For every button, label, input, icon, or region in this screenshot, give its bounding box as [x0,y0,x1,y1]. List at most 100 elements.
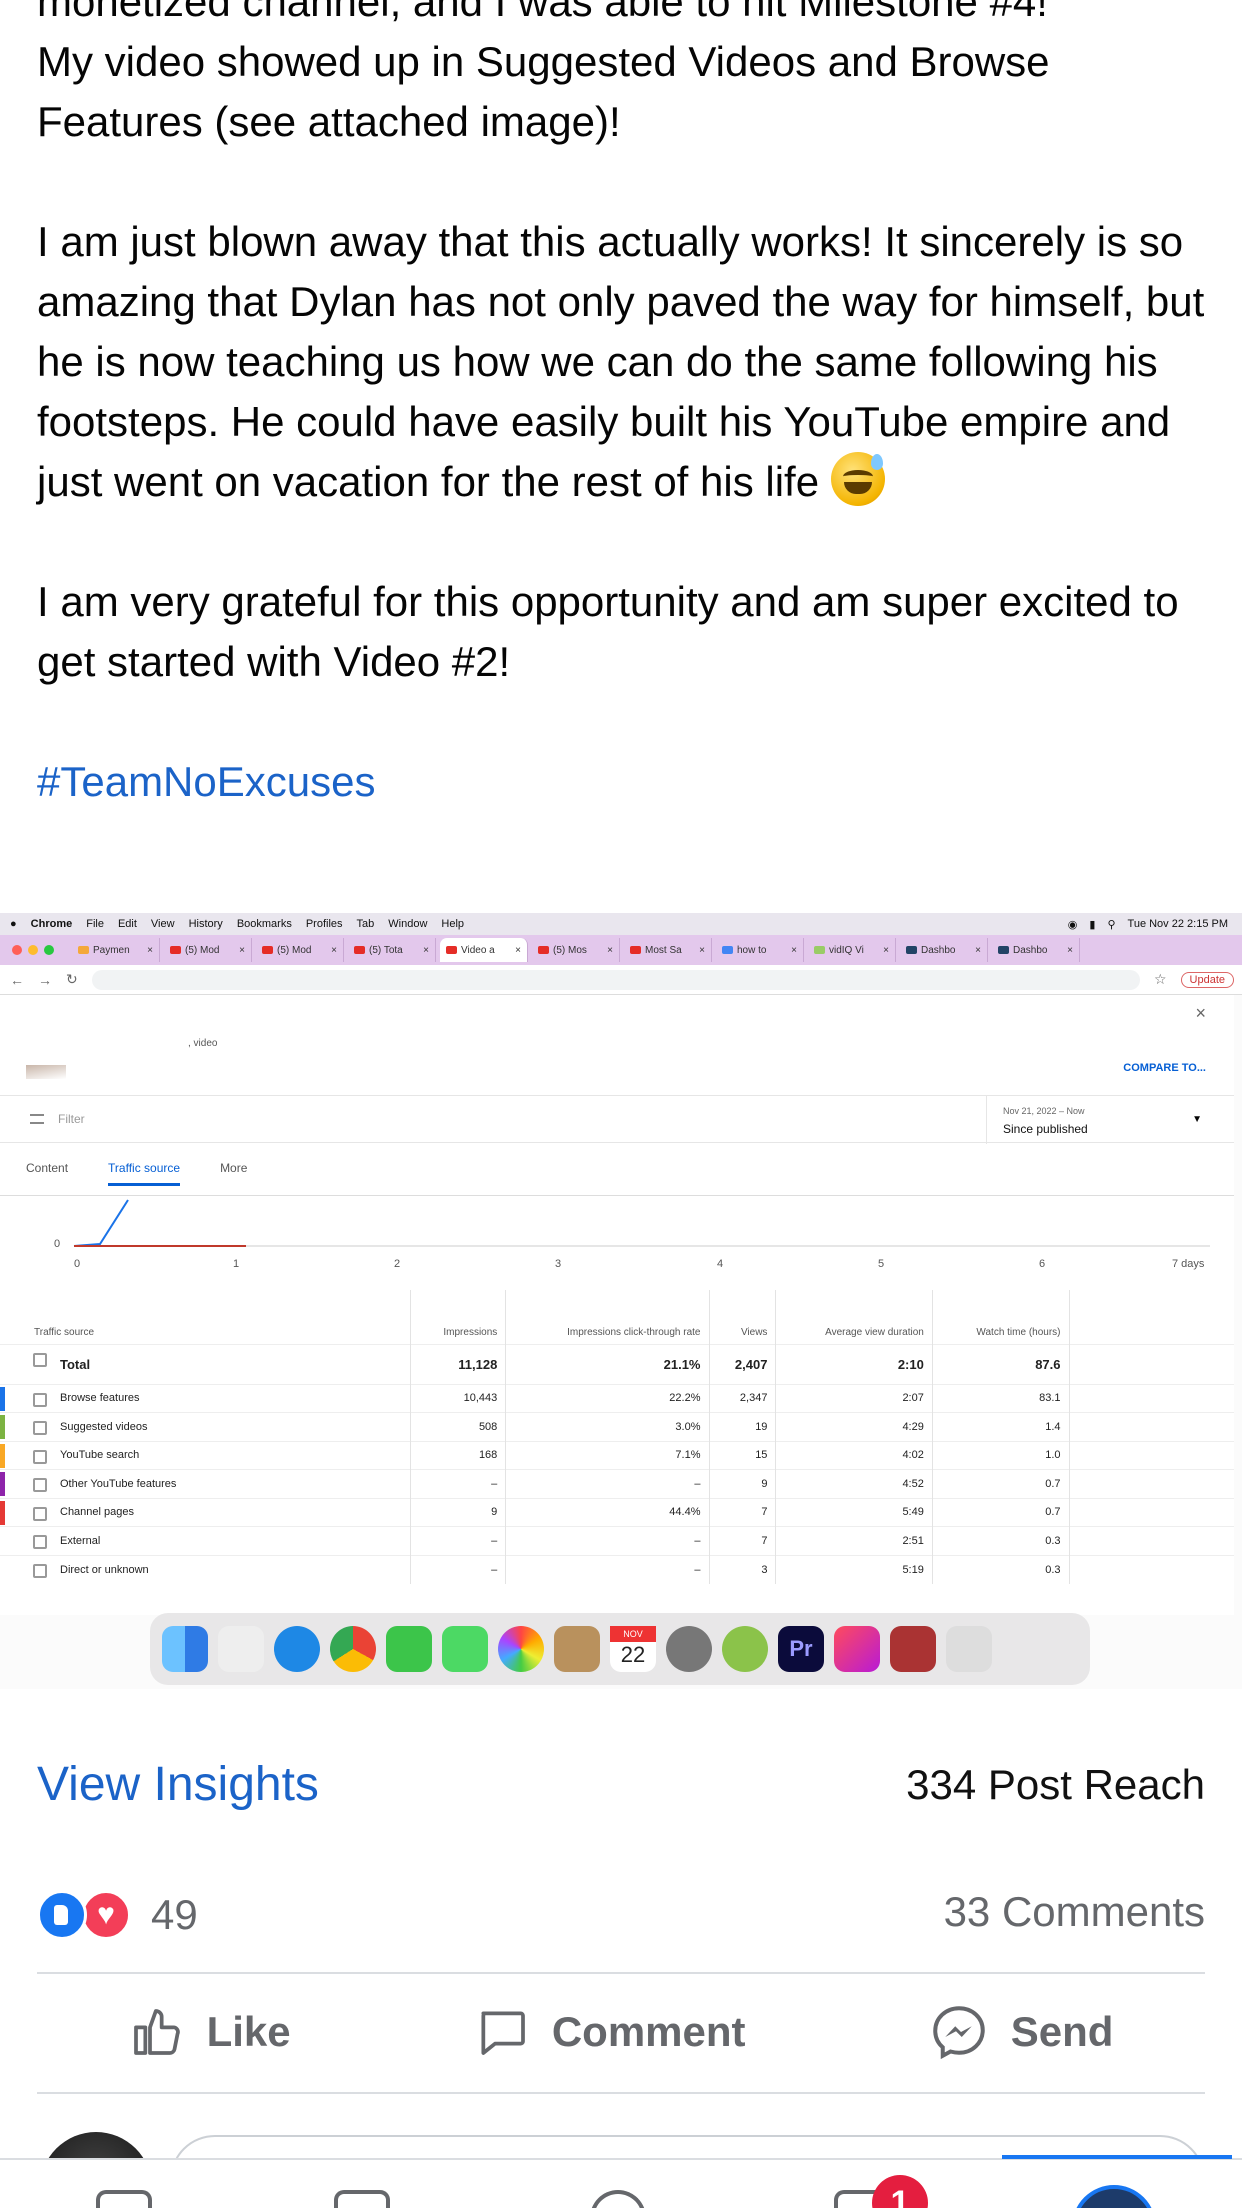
tab: Dashbo × [900,938,988,962]
send-button[interactable]: Send [929,2002,1114,2062]
avd-cell: 4:29 [775,1412,933,1441]
attached-image[interactable]: ● Chrome File Edit View History Bookmark… [0,913,1242,1689]
post-paragraph-2: I am just blown away that this actually … [37,218,1205,505]
table-row: YouTube search 168 7.1% 15 4:02 1.0 [0,1440,1234,1470]
traffic-source-label: Suggested videos [60,1420,148,1433]
col-impressions: Impressions [409,1290,506,1344]
x-tick: 3 [555,1258,562,1270]
window-controls [12,945,54,955]
col-ctr: Impressions click-through rate [505,1290,709,1344]
tab: (5) Mod × [164,938,252,962]
table-body: Total 11,128 21.1% 2,407 2:10 87.6 Browse feat… [0,1343,1234,1584]
x-tick: 6 [1039,1258,1046,1270]
graph-lines [73,1199,1210,1247]
post-paragraph-3: I am very grateful for this opportunity … [37,578,1179,685]
ctr-cell: – [505,1469,709,1498]
mac-menubar: ● Chrome File Edit View History Bookmark… [0,913,1242,935]
messages-icon [442,1626,488,1672]
tab: Paymen × [72,938,160,962]
traffic-source-label: Direct or unknown [60,1563,149,1576]
tab-active: Video a × [440,938,528,962]
menu-help: Help [441,918,465,930]
menu-profiles: Profiles [305,918,343,930]
send-label: Send [1010,2008,1114,2055]
table-row-total: Total 11,128 21.1% 2,407 2:10 87.6 [0,1343,1234,1384]
tab: (5) Mod × [256,938,344,962]
comment-label: Comment [551,2008,746,2055]
traffic-source-label: YouTube search [60,1449,140,1462]
impressions-cell: – [409,1469,506,1498]
filter-icon [30,1114,44,1124]
avd-cell: 2:07 [775,1383,933,1413]
ctr-cell: 44.4% [505,1497,709,1527]
views-cell: 2,347 [708,1383,776,1413]
search-icon: ⚲ [1107,918,1116,931]
analytics-panel: × , video COMPARE TO... Filter Nov 21, 2… [0,995,1234,1615]
comment-button[interactable]: Comment [474,2004,746,2060]
col-avd: Average view duration [775,1290,933,1344]
impressions-cell: 11,128 [409,1343,506,1384]
avd-cell: 4:52 [775,1469,933,1498]
section-tabs: Content Traffic source More [26,1161,247,1186]
row-checkbox [33,1421,47,1435]
battery-icon: ▮ [1089,918,1096,931]
traffic-source-label: Browse features [60,1392,140,1405]
chrome-icon [330,1626,376,1672]
traffic-source-cell: Suggested videos [0,1412,410,1441]
table-row: Suggested videos 508 3.0% 19 4:29 1.4 [0,1412,1234,1441]
post-line-0: monetized channel, and I was able to hit… [37,0,1048,25]
tab: (5) Tota × [348,938,436,962]
hashtag-link[interactable]: #TeamNoExcuses [37,758,375,805]
traffic-source-cell: Browse features [0,1383,410,1413]
love-reaction-icon [81,1890,131,1940]
traffic-source-label: External [60,1534,101,1547]
traffic-source-cell: External [0,1526,410,1555]
series-color-bar [0,1415,5,1439]
watch-cell: 0.3 [931,1554,1069,1584]
traffic-source-cell: Channel pages [0,1497,410,1527]
clock: Tue Nov 22 2:15 PM [1127,918,1228,930]
post-paragraph-1: My video showed up in Suggested Videos a… [37,38,1050,145]
comments-count-link[interactable]: 33 Comments [944,1888,1205,1936]
watch-cell: 0.7 [931,1469,1069,1498]
table-row: Other YouTube features – –9 4:52 0.7 [0,1469,1234,1498]
row-checkbox [33,1392,47,1407]
video-icon[interactable] [334,2190,390,2208]
views-cell: 15 [708,1440,776,1470]
video-subtitle: , video [188,1038,218,1049]
row-checkbox [33,1352,47,1367]
impressions-cell: – [409,1554,506,1584]
traffic-source-cell: YouTube search [0,1440,410,1470]
col-views: Views [708,1290,776,1344]
y-zero-label: 0 [54,1238,61,1250]
table-row: Browse features 10,443 22.2% 2,347 2:07 83.1 [0,1383,1234,1413]
home-icon[interactable] [96,2190,152,2208]
back-icon: ← [10,971,24,988]
views-cell: 3 [708,1554,776,1584]
traffic-source-label: Total [60,1356,91,1372]
menu-chrome: Chrome [30,918,73,930]
row-checkbox [33,1506,47,1521]
like-button[interactable]: Like [129,2004,291,2060]
watch-cell: 1.4 [931,1412,1069,1441]
cloud-app-icon [722,1626,768,1672]
divider [37,2092,1205,2094]
views-cell: 2,407 [708,1343,776,1384]
messenger-icon [932,2006,985,2060]
date-label: Since published [1003,1122,1088,1136]
series-color-bar [0,1472,5,1496]
like-label: Like [206,2008,291,2055]
dropdown-icon: ▼ [1192,1114,1202,1125]
compare-to-button: COMPARE TO... [1123,1062,1206,1074]
date-range: Nov 21, 2022 – Now [1003,1106,1085,1116]
watch-cell: 83.1 [931,1383,1069,1413]
view-insights-link[interactable]: View Insights [37,1757,319,1812]
like-reaction-icon [37,1890,87,1940]
reactions-summary[interactable]: 49 [37,1890,198,1940]
avd-cell: 5:49 [775,1497,933,1527]
launchpad-icon [218,1626,264,1672]
avd-cell: 4:02 [775,1440,933,1470]
post-reach: 334 Post Reach [906,1761,1205,1808]
avd-cell: 5:19 [775,1554,933,1584]
forward-icon: → [38,971,52,988]
